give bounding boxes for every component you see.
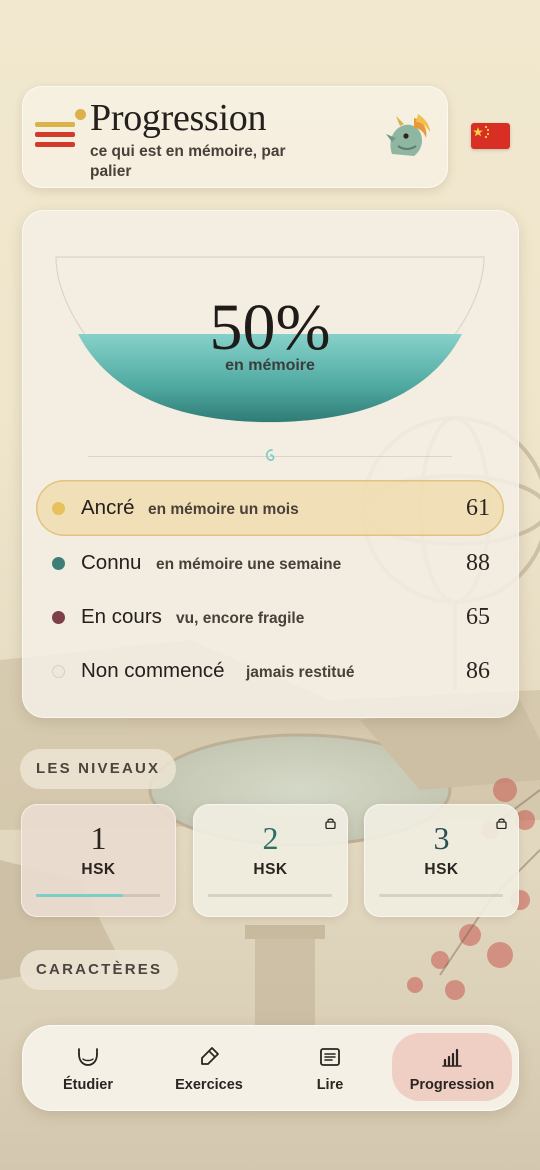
memory-row-known[interactable]: Connu en mémoire une semaine 88 (36, 535, 504, 591)
nav-item-read[interactable]: Lire (270, 1033, 390, 1101)
level-progress-track (208, 894, 332, 897)
level-card-hsk1[interactable]: 1 HSK (21, 804, 176, 917)
dragon-mascot-icon[interactable] (378, 108, 434, 164)
memory-level-name: Non commencé (81, 659, 225, 682)
nav-label: Étudier (63, 1077, 113, 1093)
characters-section-label: CARACTÈRES (20, 950, 179, 990)
level-card-hsk3[interactable]: 3 HSK (364, 804, 519, 917)
memory-summary-card: Ancré en mémoire un mois 61 Connu en mém… (22, 210, 519, 718)
notification-dot (75, 109, 86, 120)
memory-level-description: en mémoire un mois (148, 501, 299, 518)
memory-row-anchored[interactable]: Ancré en mémoire un mois 61 (36, 480, 504, 536)
language-flag-icon[interactable] (471, 123, 510, 149)
level-progress-track (379, 894, 503, 897)
header-card: Progression ce qui est en mémoire, par p… (22, 86, 448, 188)
nav-item-progression[interactable]: Progression (392, 1033, 512, 1101)
cloud-swirl-icon (265, 449, 275, 462)
level-number: 1 (90, 820, 107, 856)
memory-percentage-label: en mémoire (225, 357, 315, 374)
status-dot (52, 665, 65, 678)
memory-level-count: 88 (466, 550, 490, 576)
memory-level-name: Ancré (81, 496, 135, 519)
nav-item-exercises[interactable]: Exercices (149, 1033, 269, 1101)
memory-level-name: Connu (81, 551, 142, 574)
status-dot (52, 502, 65, 515)
level-progress-fill (36, 894, 123, 897)
memory-level-description: jamais restitué (246, 664, 355, 681)
level-name: HSK (424, 861, 459, 878)
level-number: 3 (433, 820, 450, 856)
memory-level-description: en mémoire une semaine (156, 556, 342, 573)
brush-icon (201, 1047, 219, 1065)
menu-icon[interactable] (35, 120, 77, 152)
level-progress-track (36, 894, 160, 897)
bottom-navigation: Étudier Exercices Lire Progression (22, 1025, 519, 1111)
nav-label: Progression (409, 1077, 495, 1093)
nav-label: Lire (316, 1077, 344, 1093)
page-title: Progression (90, 97, 267, 139)
level-name: HSK (81, 861, 116, 878)
nav-item-study[interactable]: Étudier (28, 1033, 148, 1101)
memory-level-description: vu, encore fragile (176, 610, 305, 627)
level-name: HSK (253, 861, 288, 878)
memory-row-not-started[interactable]: Non commencé jamais restitué 86 (36, 643, 504, 699)
reader-icon (320, 1048, 340, 1066)
bowl-icon (78, 1048, 98, 1066)
memory-percentage: 50% (209, 291, 331, 364)
page-subtitle: ce qui est en mémoire, par palier (90, 143, 286, 180)
level-number: 2 (262, 820, 279, 856)
memory-row-in-progress[interactable]: En cours vu, encore fragile 65 (36, 589, 504, 645)
bar-chart-icon (442, 1048, 462, 1067)
nav-label: Exercices (175, 1077, 243, 1093)
memory-level-count: 65 (466, 604, 490, 630)
memory-level-name: En cours (81, 605, 162, 628)
status-dot (52, 557, 65, 570)
level-card-hsk2[interactable]: 2 HSK (193, 804, 348, 917)
memory-level-count: 61 (466, 495, 490, 521)
memory-level-count: 86 (466, 658, 490, 684)
status-dot (52, 611, 65, 624)
levels-section-label: LES NIVEAUX (20, 749, 177, 789)
